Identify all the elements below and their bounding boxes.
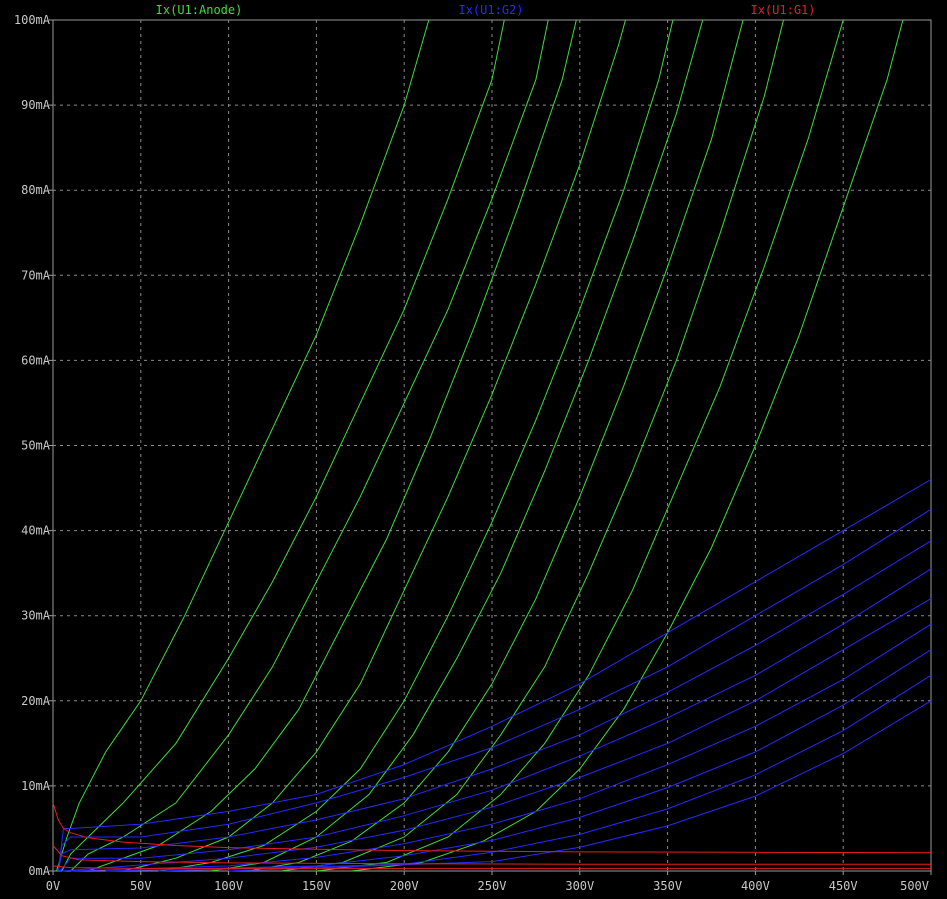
legend: Ix(U1:Anode) Ix(U1:G2) Ix(U1:G1) [156, 3, 816, 17]
x-tick-label: 350V [653, 879, 682, 893]
legend-entry: Ix(U1:Anode) [156, 3, 243, 17]
x-tick-label: 0V [46, 879, 60, 893]
x-tick-label: 200V [390, 879, 419, 893]
y-tick-label: 100mA [14, 13, 51, 27]
curve-g2 [57, 540, 932, 872]
characteristic-plot: 0V 50V 100V 150V 200V 250V 300V 350V 400V 450V 500… [14, 3, 932, 893]
x-axis-ticks: 0V 50V 100V 150V 200V 250V 300V 350V 400V 450V 500… [46, 871, 932, 893]
x-tick-label: 400V [741, 879, 770, 893]
x-tick-label: 50V [130, 879, 152, 893]
y-tick-label: 0mA [28, 864, 50, 878]
y-tick-label: 20mA [21, 694, 51, 708]
y-tick-label: 50mA [21, 439, 51, 453]
legend-entry: Ix(U1:G2) [458, 3, 523, 17]
y-tick-label: 70mA [21, 268, 51, 282]
grid [53, 20, 931, 871]
curve-g2 [158, 674, 932, 872]
curve-anode [61, 19, 505, 872]
y-tick-label: 80mA [21, 183, 51, 197]
curve-g2 [105, 649, 932, 872]
y-tick-label: 10mA [21, 779, 51, 793]
curve-g2 [70, 623, 932, 872]
x-tick-label: 450V [829, 879, 858, 893]
x-tick-label: 150V [302, 879, 331, 893]
y-axis-ticks: 0mA 10mA 20mA 30mA 40mA 50mA 60mA 70mA 80mA 90mA 1… [14, 13, 53, 878]
y-tick-label: 30mA [21, 609, 51, 623]
x-tick-label: 250V [478, 879, 507, 893]
x-tick-label: 300V [565, 879, 594, 893]
x-tick-label: 100V [214, 879, 243, 893]
legend-entry: Ix(U1:G1) [750, 3, 815, 17]
y-tick-label: 40mA [21, 524, 51, 538]
x-tick-label: 500V [900, 879, 929, 893]
y-tick-label: 90mA [21, 98, 51, 112]
curve-g2 [61, 598, 932, 872]
y-tick-label: 60mA [21, 353, 51, 367]
curve-anode [70, 19, 549, 872]
